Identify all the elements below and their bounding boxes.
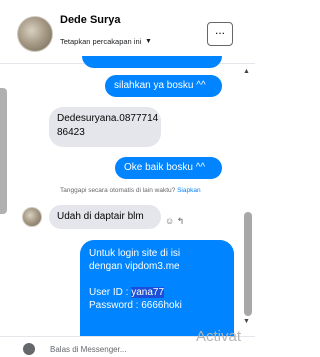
message-actions: ☺ ↰ — [165, 216, 184, 227]
message-text: silahkan ya bosku ^^ — [114, 80, 206, 91]
message-text-line: 86423 — [57, 127, 85, 138]
message-text-line: Untuk login site di isi — [89, 248, 181, 259]
reply-input[interactable]: Balas di Messenger... — [50, 345, 126, 354]
auto-reply-text: Tanggapi secara otomatis di lain waktu? — [60, 187, 176, 194]
user-id-label: User ID : — [89, 287, 129, 298]
scroll-down-arrow-icon[interactable]: ▼ — [243, 318, 250, 325]
emoji-react-icon[interactable]: ☺ — [165, 216, 174, 226]
message-text-line: User ID : yana77 — [89, 286, 225, 299]
message-text-line: dengan vipdom3.me — [89, 261, 180, 272]
message-bubble-outgoing-partial — [82, 56, 222, 68]
thread-scrollbar-thumb[interactable] — [244, 212, 252, 316]
more-options-button[interactable]: ... — [207, 22, 233, 46]
scroll-up-arrow-icon[interactable]: ▲ — [243, 68, 250, 75]
message-bubble-incoming: Dedesuryana.0877714 86423 — [49, 107, 161, 147]
windows-activation-watermark: Activat — [196, 328, 242, 345]
message-bubble-outgoing: silahkan ya bosku ^^ — [105, 75, 222, 97]
sender-avatar[interactable] — [22, 207, 42, 227]
message-bubble-outgoing: Oke baik bosku ^^ — [115, 157, 222, 179]
message-text: Oke baik bosku ^^ — [124, 162, 206, 173]
composer-avatar-icon — [23, 343, 35, 355]
left-panel-scrollbar[interactable] — [0, 88, 7, 214]
contact-name[interactable]: Dede Surya — [60, 14, 121, 26]
chevron-down-icon[interactable]: ▼ — [145, 38, 152, 45]
message-bubble-outgoing: Untuk login site di isi dengan vipdom3.m… — [80, 240, 234, 336]
user-id-value: yana77 — [131, 287, 165, 298]
message-text-line: Password : 6666hoki — [89, 300, 182, 311]
message-text-line: Dedesuryana.0877714 — [57, 113, 159, 124]
auto-reply-prompt: Tanggapi secara otomatis di lain waktu? … — [60, 187, 201, 194]
setup-link[interactable]: Siapkan — [177, 187, 201, 194]
message-bubble-incoming: Udah di daptair blm — [49, 205, 161, 229]
message-text: Udah di daptair blm — [57, 211, 144, 222]
reply-icon[interactable]: ↰ — [177, 216, 185, 226]
contact-avatar[interactable] — [17, 16, 53, 52]
assign-conversation-label[interactable]: Tetapkan percakapan ini — [60, 37, 141, 46]
